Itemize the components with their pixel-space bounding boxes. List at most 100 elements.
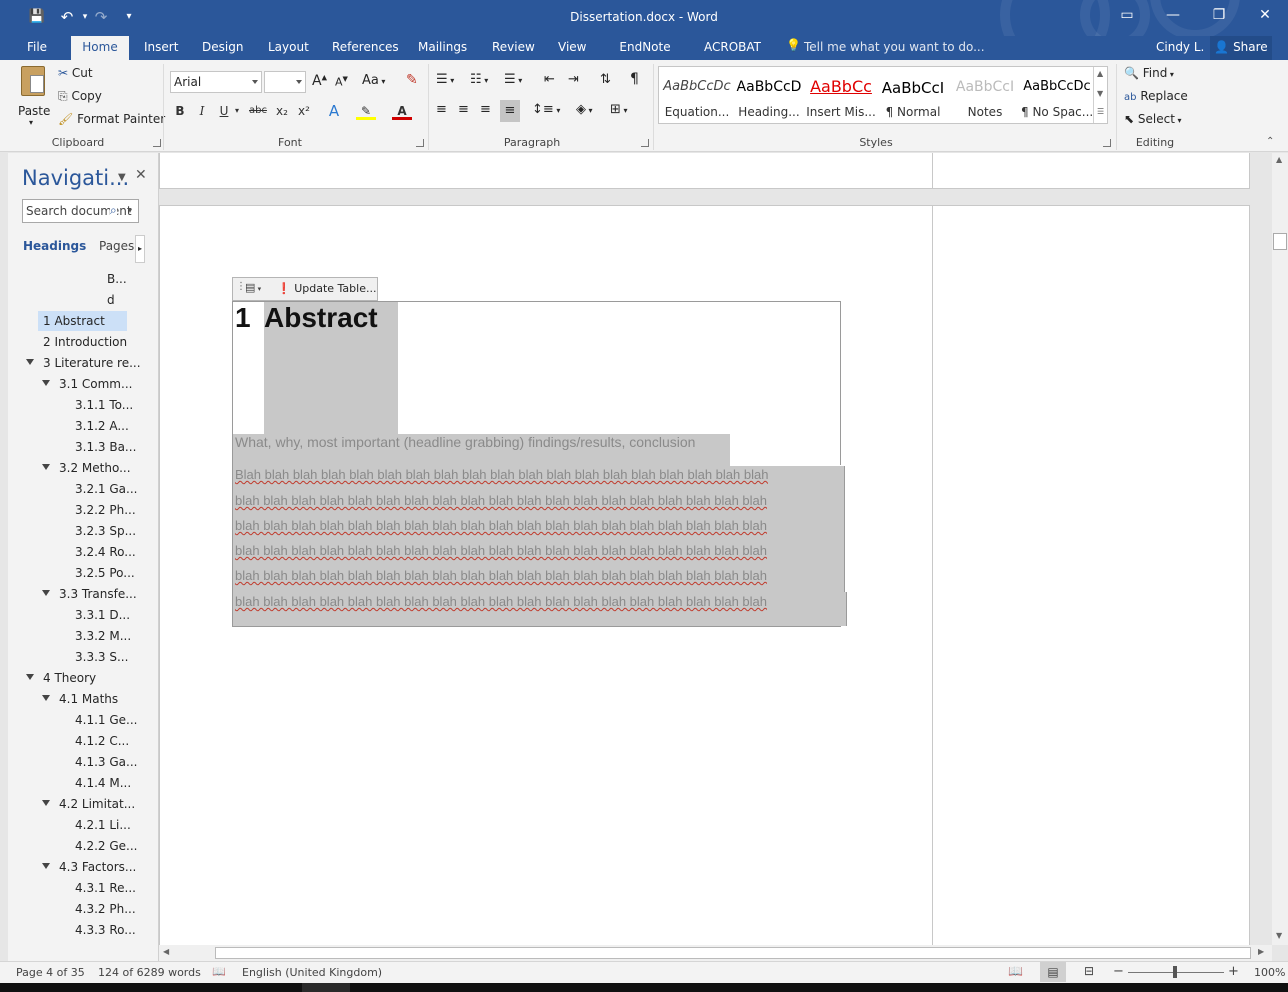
zoom-out-button[interactable]: − <box>1113 964 1124 979</box>
nav-item[interactable]: 4.3.3 Ro... <box>75 920 136 940</box>
nav-item[interactable]: 4.3 Factors... <box>59 857 136 877</box>
more-styles-icon[interactable]: ☰ <box>1097 107 1104 116</box>
strikethrough-button[interactable]: abc <box>248 100 268 122</box>
collapse-triangle-icon[interactable] <box>42 695 50 701</box>
nav-item[interactable]: 4.2.1 Li... <box>75 815 131 835</box>
font-launcher-icon[interactable] <box>416 139 424 147</box>
language[interactable]: English (United Kingdom) <box>242 966 382 979</box>
tab-acrobat[interactable]: ACROBAT <box>698 36 766 60</box>
text-effects-icon[interactable]: A <box>324 100 344 122</box>
nav-item[interactable]: 3.3.3 S... <box>75 647 128 667</box>
grow-font-button[interactable]: A▲ <box>312 73 327 89</box>
horizontal-scrollbar[interactable]: ◀ ▶ <box>159 945 1272 961</box>
superscript-button[interactable]: x² <box>294 100 314 122</box>
underline-button[interactable]: U <box>214 100 234 122</box>
nav-item-abstract[interactable]: 1 Abstract <box>38 311 127 331</box>
change-case-button[interactable]: Aa ▾ <box>362 73 385 88</box>
toc-control-tab[interactable]: ⋮ ▤ ▾ ❗ Update Table... <box>232 277 378 301</box>
align-center-icon[interactable]: ≡ <box>458 102 469 117</box>
zoom-in-button[interactable]: + <box>1228 964 1239 979</box>
paste-button[interactable]: Paste ▾ <box>16 64 52 130</box>
style-heading[interactable]: AaBbCcD Heading... <box>733 67 805 123</box>
proofing-icon[interactable]: 📖 <box>212 965 226 978</box>
tab-insert[interactable]: Insert <box>138 36 184 60</box>
chevron-right-icon[interactable]: ▸ <box>135 235 145 263</box>
paragraph-launcher-icon[interactable] <box>641 139 649 147</box>
line-spacing-icon[interactable]: ↕≡ ▾ <box>532 102 560 117</box>
chevron-down-icon[interactable]: ▼ <box>1097 89 1103 98</box>
minimize-button[interactable]: — <box>1150 0 1196 32</box>
nav-item[interactable]: 4.2 Limitat... <box>59 794 135 814</box>
shading-icon[interactable]: ◈ ▾ <box>576 102 593 117</box>
show-hide-button[interactable]: ¶ <box>630 71 639 87</box>
cut-button[interactable]: ✂ Cut <box>58 66 93 80</box>
zoom-level[interactable]: 100% <box>1254 966 1285 979</box>
scroll-up-icon[interactable]: ▲ <box>1276 155 1282 164</box>
nav-item[interactable]: 3.3.1 D... <box>75 605 130 625</box>
bold-button[interactable]: B <box>170 100 190 122</box>
scroll-thumb[interactable] <box>215 947 1251 959</box>
scroll-right-icon[interactable]: ▶ <box>1258 947 1264 956</box>
nav-item[interactable]: 3.3 Transfe... <box>59 584 137 604</box>
justify-icon[interactable]: ≡ <box>500 100 520 122</box>
font-color-icon[interactable]: A <box>392 100 412 120</box>
vertical-scrollbar[interactable]: ▲ ▼ <box>1272 153 1288 945</box>
underline-dropdown-icon[interactable]: ▾ <box>232 100 242 122</box>
clipboard-launcher-icon[interactable] <box>153 139 161 147</box>
format-painter-button[interactable]: 🖌 Format Painter <box>58 112 165 126</box>
nav-item[interactable]: 3.2.5 Po... <box>75 563 135 583</box>
scroll-down-icon[interactable]: ▼ <box>1276 931 1282 940</box>
nav-item[interactable]: 3.1.2 A... <box>75 416 129 436</box>
nav-item[interactable]: 3.2.4 Ro... <box>75 542 136 562</box>
nav-item[interactable]: 3.3.2 M... <box>75 626 131 646</box>
nav-item[interactable]: 3.1.3 Ba... <box>75 437 136 457</box>
collapse-triangle-icon[interactable] <box>26 674 34 680</box>
tab-endnote[interactable]: EndNote X8 <box>606 36 684 76</box>
borders-icon[interactable]: ⊞ ▾ <box>610 102 627 117</box>
bullets-icon[interactable]: ☰ ▾ <box>436 72 454 87</box>
search-input[interactable]: Search document <box>22 199 139 223</box>
nav-item[interactable]: 4.1.2 C... <box>75 731 129 751</box>
nav-item[interactable]: 4.1.4 M... <box>75 773 131 793</box>
close-button[interactable]: ✕ <box>1242 0 1288 32</box>
styles-scrollbar[interactable]: ▲ ▼ ☰ <box>1093 67 1107 123</box>
tab-layout[interactable]: Layout <box>262 36 312 60</box>
read-mode-icon[interactable]: 📖 <box>1008 964 1023 978</box>
tell-me-search[interactable]: Tell me what you want to do... <box>804 36 985 60</box>
style-equation[interactable]: AaBbCcDc Equation... <box>661 67 733 123</box>
multilevel-list-icon[interactable]: ☰ ▾ <box>504 72 522 87</box>
nav-item[interactable]: 3.2.2 Ph... <box>75 500 136 520</box>
nav-item[interactable]: 3.1 Comm... <box>59 374 132 394</box>
font-size-dropdown[interactable] <box>264 71 306 93</box>
tab-review[interactable]: Review <box>486 36 538 60</box>
nav-item[interactable]: 3.2 Metho... <box>59 458 131 478</box>
clear-formatting-icon[interactable]: ✎ <box>406 72 418 88</box>
page-count[interactable]: Page 4 of 35 <box>16 966 85 979</box>
nav-item[interactable]: 3 Literature re... <box>43 353 141 373</box>
nav-item[interactable]: d <box>107 290 115 310</box>
collapse-triangle-icon[interactable] <box>42 464 50 470</box>
nav-item[interactable]: 4 Theory <box>43 668 96 688</box>
search-icon[interactable]: ⌕ <box>110 203 117 218</box>
nav-item[interactable]: 4.3.2 Ph... <box>75 899 136 919</box>
nav-item[interactable]: 3.2.1 Ga... <box>75 479 137 499</box>
web-layout-icon[interactable]: ⊟ <box>1084 964 1094 978</box>
tab-design[interactable]: Design <box>196 36 248 60</box>
tab-file[interactable]: File <box>20 36 54 60</box>
shrink-font-button[interactable]: A▼ <box>335 75 348 89</box>
update-table-button[interactable]: ❗ Update Table... <box>277 282 376 295</box>
nav-item[interactable]: 4.1 Maths <box>59 689 118 709</box>
tab-references[interactable]: References <box>326 36 399 60</box>
nav-item[interactable]: 4.1.1 Ge... <box>75 710 137 730</box>
style-no-spacing[interactable]: AaBbCcDc ¶ No Spac... <box>1021 67 1093 123</box>
tab-headings[interactable]: Headings <box>23 239 86 253</box>
collapse-triangle-icon[interactable] <box>42 590 50 596</box>
nav-item[interactable]: 4.2.2 Ge... <box>75 836 137 856</box>
collapse-triangle-icon[interactable] <box>42 800 50 806</box>
decrease-indent-icon[interactable]: ⇤ <box>544 72 555 87</box>
style-notes[interactable]: AaBbCcI Notes <box>949 67 1021 123</box>
select-button[interactable]: ⬉ Select ▾ <box>1124 112 1181 126</box>
nav-item[interactable]: 3.2.3 Sp... <box>75 521 136 541</box>
print-layout-icon[interactable]: ▤ <box>1040 962 1066 982</box>
tab-mailings[interactable]: Mailings <box>412 36 472 60</box>
